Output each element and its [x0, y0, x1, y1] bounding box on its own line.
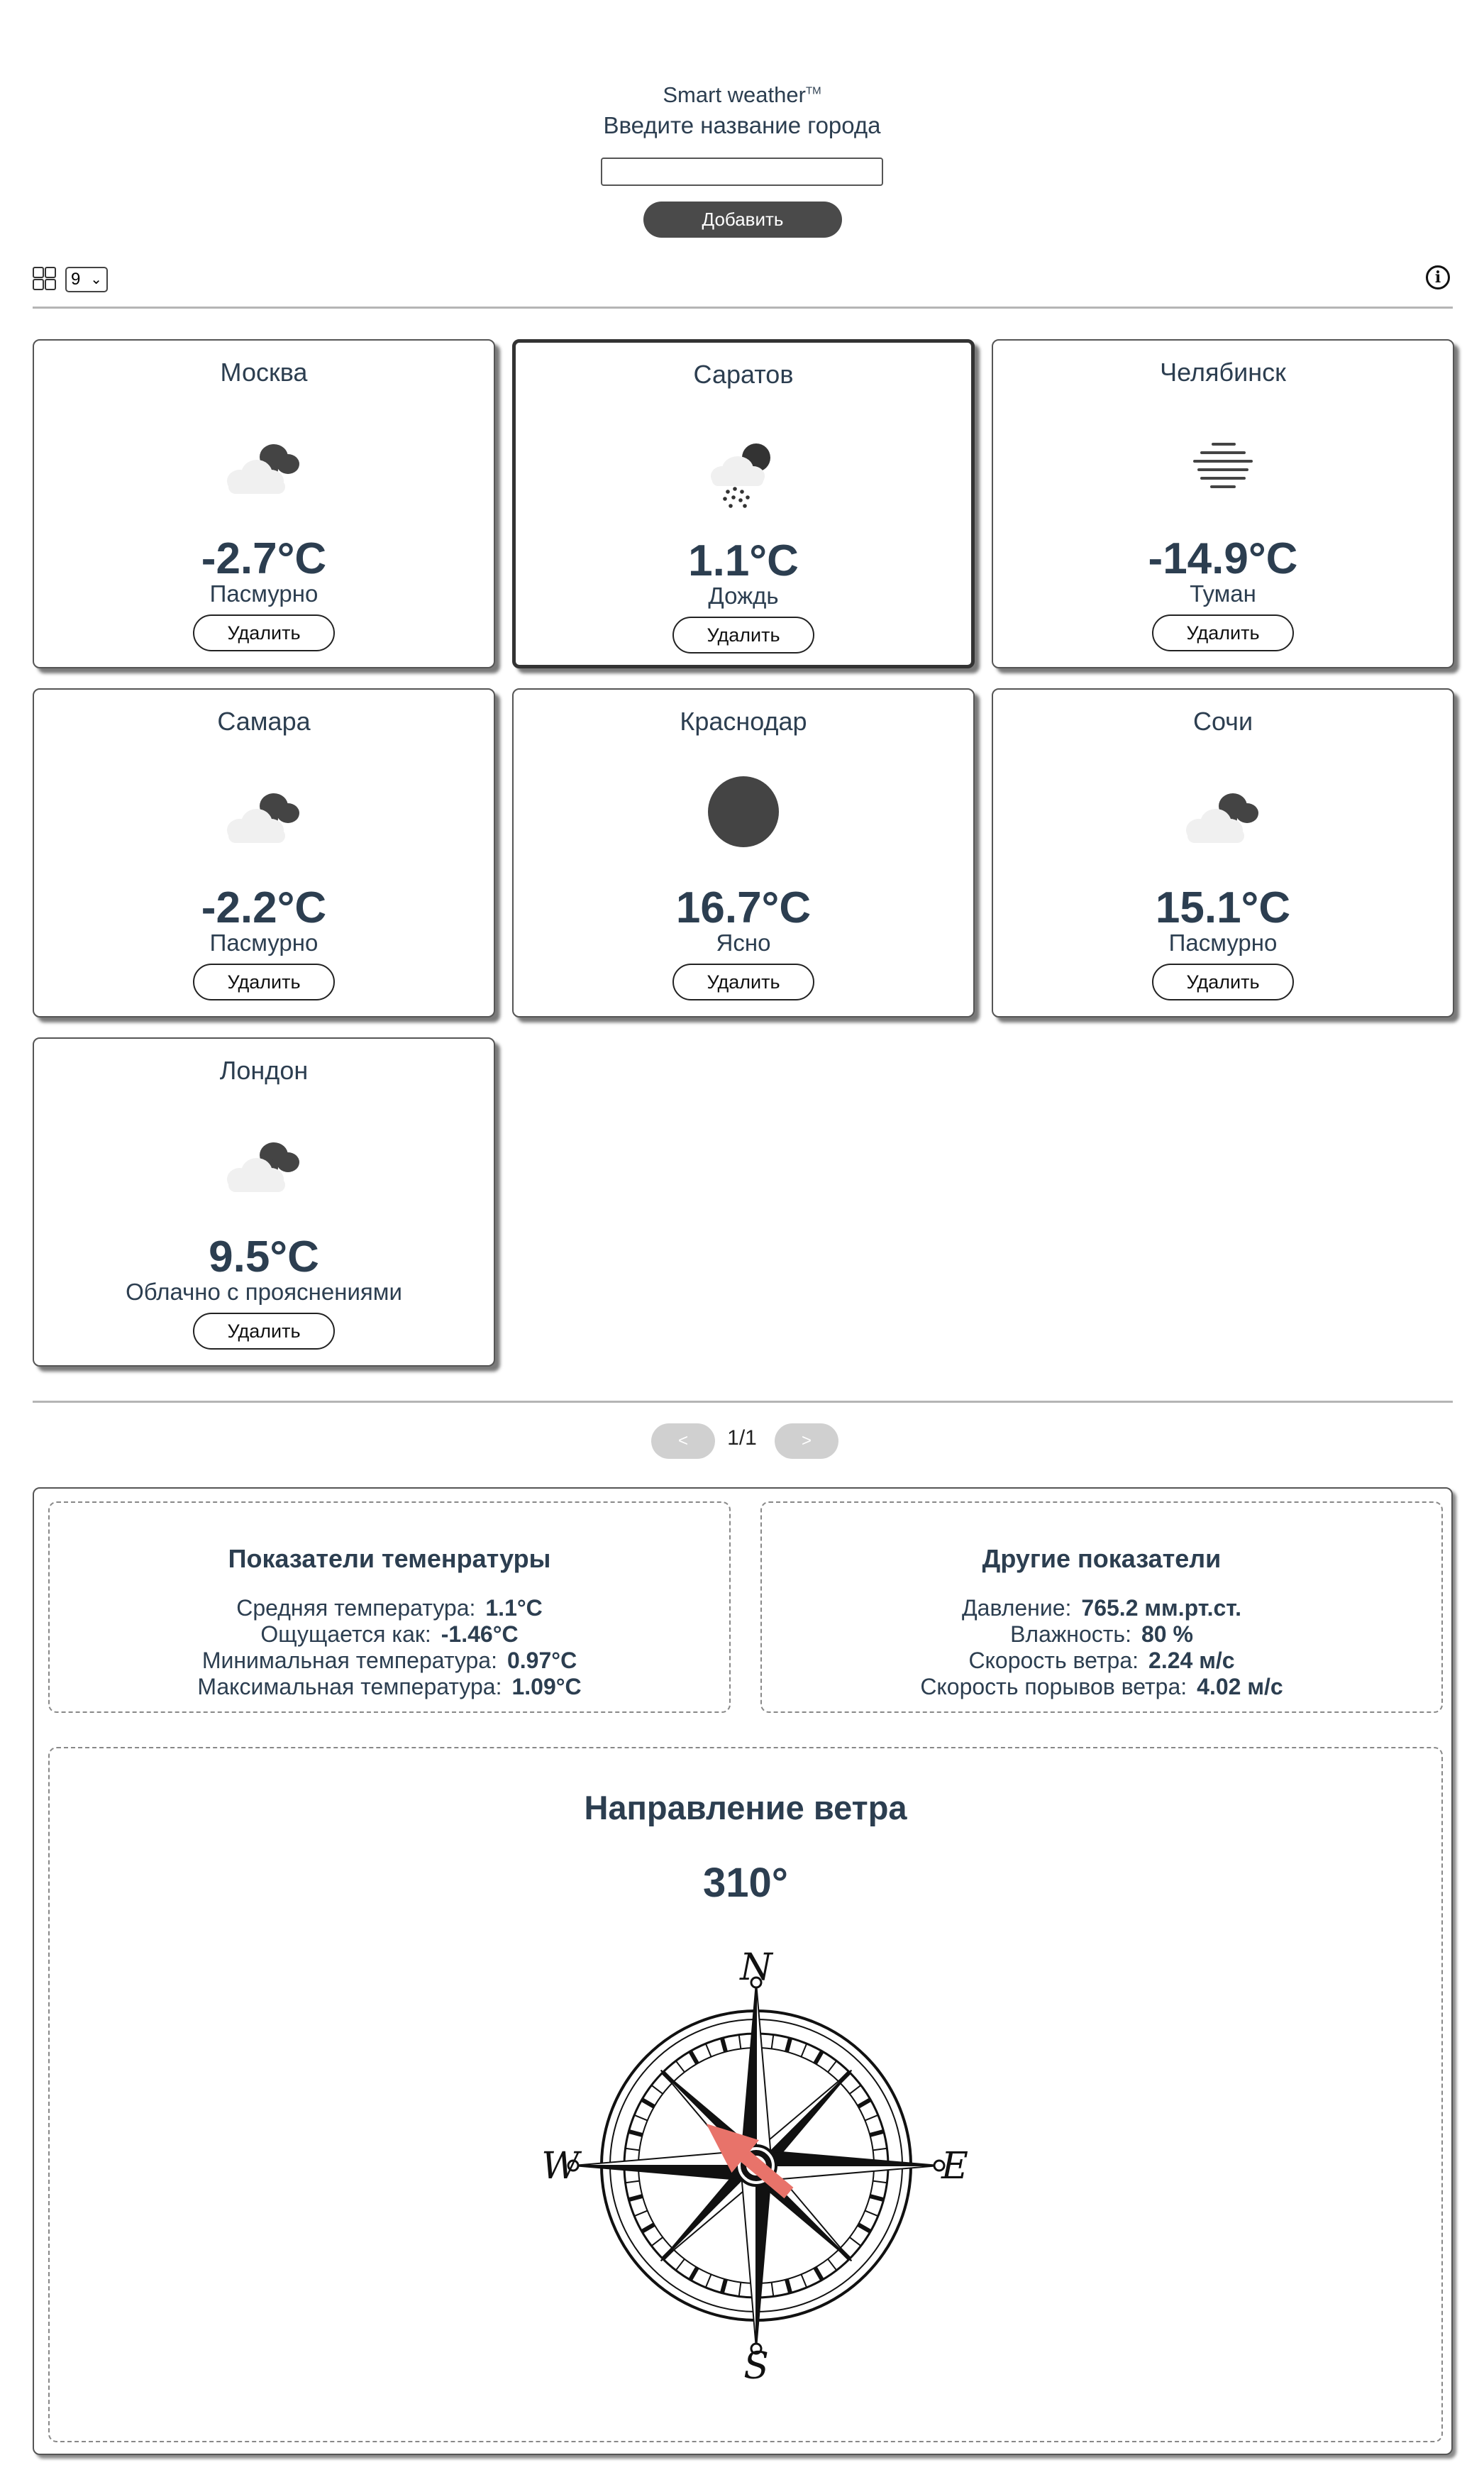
weather-description: Пасмурно: [209, 930, 319, 956]
city-name: Самара: [217, 707, 311, 736]
compass-label-w: W: [541, 2145, 582, 2188]
delete-city-button[interactable]: Удалить: [193, 964, 335, 1000]
city-prompt: Введите название города: [603, 112, 881, 138]
stat-value: 765.2 мм.рт.ст.: [1081, 1595, 1242, 1621]
city-name: Сочи: [1192, 707, 1253, 736]
delete-city-button[interactable]: Удалить: [672, 617, 814, 654]
stat-row: Средняя температура: 1.1°C: [50, 1595, 729, 1621]
stat-row: Влажность: 80 %: [762, 1621, 1441, 1648]
compass-label-s: S: [743, 2345, 769, 2386]
city-card[interactable]: Саратов 1.1°C Дождь Удалить: [512, 339, 975, 668]
weather-description: Дождь: [708, 583, 779, 609]
city-temperature: 16.7°C: [675, 883, 812, 932]
stat-label: Давление:: [961, 1595, 1072, 1621]
stat-row: Давление: 765.2 мм.рт.ст.: [762, 1595, 1441, 1621]
stat-label: Влажность:: [1010, 1621, 1131, 1647]
stat-label: Минимальная температура:: [201, 1648, 497, 1673]
temperature-rows: Средняя температура: 1.1°C Ощущается как: -…: [50, 1595, 729, 1700]
other-rows: Давление: 765.2 мм.рт.ст. Влажность: 80 % Ск…: [762, 1595, 1441, 1700]
city-name: Челябинск: [1160, 358, 1286, 387]
stat-value: 0.97°C: [506, 1648, 577, 1673]
clear-icon: [708, 776, 779, 847]
temperature-box: Показатели теменратуры Средняя температу…: [48, 1501, 731, 1713]
other-box: Другие показатели Давление: 765.2 мм.рт.с…: [760, 1501, 1443, 1713]
city-card[interactable]: Челябинск -14.9°C Туман Удалить: [992, 339, 1454, 668]
stat-row: Скорость ветра: 2.24 м/с: [762, 1648, 1441, 1674]
stat-value: 4.02 м/с: [1197, 1674, 1283, 1699]
page-indicator: 1/1: [727, 1426, 757, 1450]
add-city-button[interactable]: Добавить: [643, 202, 842, 238]
cloudy-icon: [1186, 793, 1258, 843]
fog-icon: [1193, 443, 1253, 488]
city-temperature: -2.2°C: [201, 883, 327, 932]
stat-label: Скорость ветра:: [968, 1648, 1139, 1673]
stat-label: Максимальная температура:: [197, 1674, 502, 1699]
delete-city-button[interactable]: Удалить: [193, 614, 335, 651]
wind-degree: 310°: [703, 1860, 788, 1906]
stat-label: Ощущается как:: [260, 1621, 431, 1647]
stat-row: Максимальная температура: 1.09°C: [50, 1674, 729, 1700]
city-temperature: 1.1°C: [688, 536, 799, 585]
delete-city-button[interactable]: Удалить: [1152, 964, 1294, 1000]
chevron-down-icon: ⌄: [90, 272, 102, 287]
delete-city-button[interactable]: Удалить: [1152, 614, 1294, 651]
city-name: Краснодар: [680, 707, 807, 736]
compass-rose: N E S W: [541, 1946, 968, 2386]
delete-city-button[interactable]: Удалить: [193, 1313, 335, 1350]
compass-label-n: N: [738, 1946, 773, 1989]
stat-row: Ощущается как: -1.46°C: [50, 1621, 729, 1648]
city-card[interactable]: Сочи 15.1°C Пасмурно Удалить: [992, 688, 1454, 1018]
page-size-select[interactable]: 9 ⌄: [65, 267, 108, 292]
stat-value: 1.09°C: [511, 1674, 582, 1699]
stat-value: -1.46°C: [441, 1621, 519, 1647]
city-card[interactable]: Москва -2.7°C Пасмурно Удалить: [33, 339, 495, 668]
cloudy-icon: [227, 1142, 299, 1192]
weather-description: Туман: [1190, 580, 1256, 607]
bottom-divider: [33, 1401, 1453, 1403]
city-input[interactable]: [601, 158, 883, 186]
trademark-mark: TM: [805, 84, 821, 97]
stat-value: 1.1°C: [485, 1595, 543, 1621]
wind-box: Направление ветра 310° N E S W: [48, 1747, 1443, 2442]
info-icon[interactable]: i: [1426, 265, 1450, 289]
city-card[interactable]: Лондон 9.5°C Облачно с прояснениями Удалить: [33, 1037, 495, 1367]
stat-row: Минимальная температура: 0.97°C: [50, 1648, 729, 1674]
city-temperature: -14.9°C: [1148, 534, 1298, 583]
page-size-value: 9: [71, 270, 81, 289]
delete-city-button[interactable]: Удалить: [672, 964, 814, 1000]
stat-label: Средняя температура:: [236, 1595, 476, 1621]
other-title: Другие показатели: [982, 1544, 1222, 1573]
brand-title: Smart weatherTM: [663, 82, 821, 107]
weather-description: Пасмурно: [209, 580, 319, 607]
compass-label-e: E: [941, 2145, 968, 2188]
rain-icon: [711, 443, 770, 508]
stat-value: 80 %: [1141, 1621, 1193, 1647]
details-panel: Показатели теменратуры Средняя температу…: [33, 1487, 1453, 2455]
city-name: Лондон: [219, 1056, 309, 1085]
stat-label: Скорость порывов ветра:: [920, 1674, 1187, 1699]
city-temperature: -2.7°C: [201, 534, 327, 583]
city-temperature: 9.5°C: [209, 1232, 319, 1281]
city-card[interactable]: Самара -2.2°C Пасмурно Удалить: [33, 688, 495, 1018]
stat-row: Скорость порывов ветра: 4.02 м/с: [762, 1674, 1441, 1700]
next-page-button[interactable]: >: [775, 1423, 838, 1459]
cloudy-icon: [227, 793, 299, 843]
city-card[interactable]: Краснодар 16.7°C Ясно Удалить: [512, 688, 975, 1018]
city-name: Москва: [220, 358, 308, 387]
grid-icon[interactable]: [33, 267, 57, 291]
stat-value: 2.24 м/с: [1148, 1648, 1235, 1673]
cloudy-icon: [227, 444, 299, 494]
top-divider: [33, 307, 1453, 309]
weather-description: Пасмурно: [1168, 930, 1278, 956]
city-name: Саратов: [693, 360, 794, 389]
weather-description: Ясно: [716, 930, 771, 956]
prev-page-button[interactable]: <: [651, 1423, 715, 1459]
wind-title: Направление ветра: [584, 1789, 907, 1826]
city-temperature: 15.1°C: [1155, 883, 1291, 932]
temperature-title: Показатели теменратуры: [228, 1544, 551, 1573]
weather-description: Облачно с прояснениями: [126, 1279, 402, 1305]
